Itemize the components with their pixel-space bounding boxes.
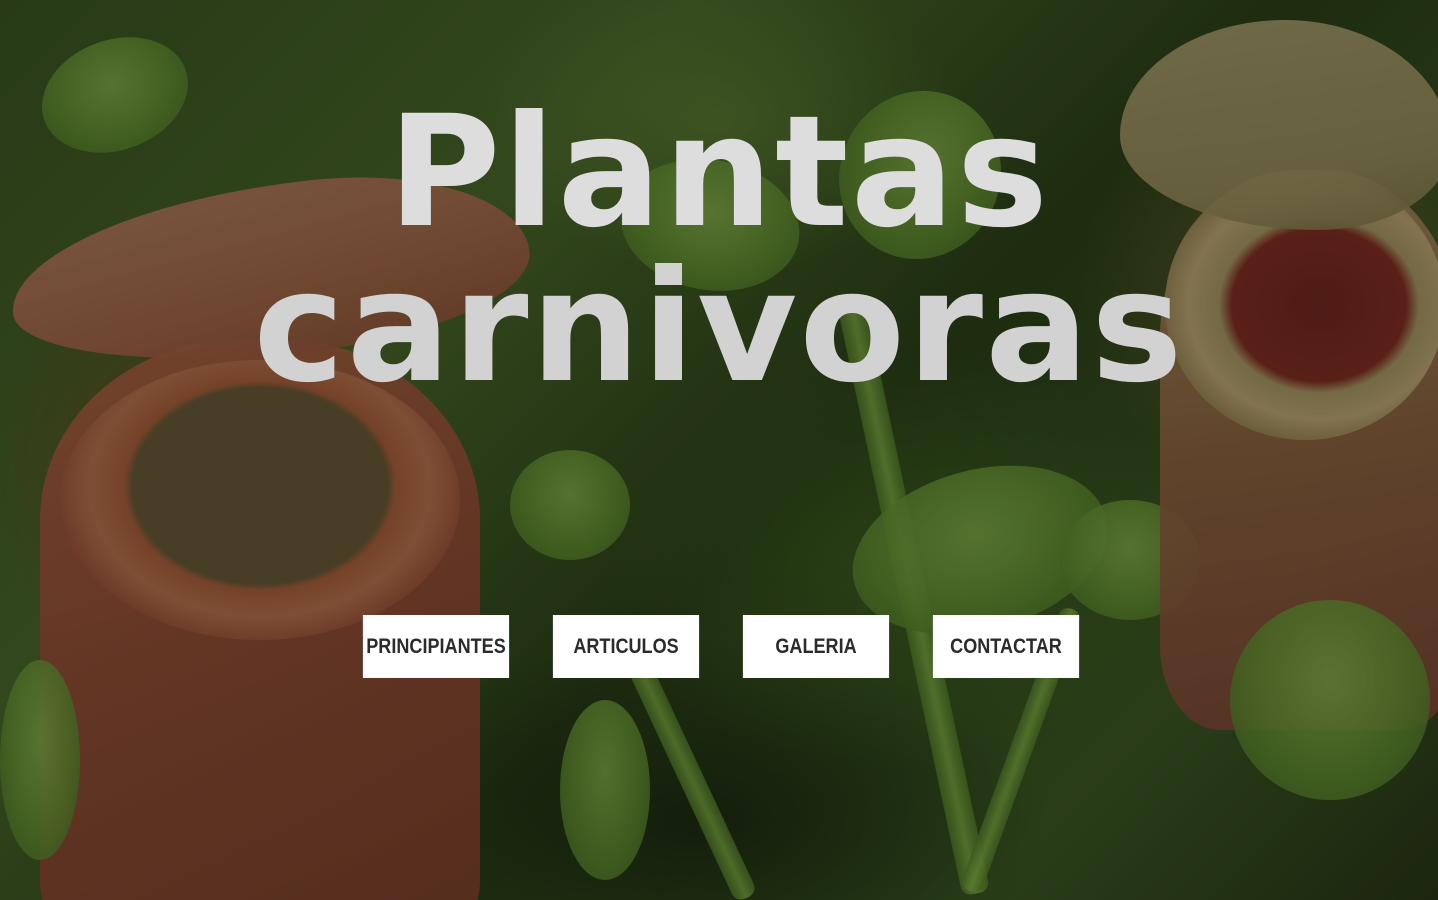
nav-button-label: CONTACTAR [950, 634, 1062, 658]
hero-title-line-1: Plantas [387, 83, 1051, 262]
hero-title: Plantas carnivoras [0, 95, 1438, 405]
hero-title-line-2: carnivoras [253, 238, 1185, 417]
nav-button-contactar[interactable]: CONTACTAR [932, 615, 1080, 678]
nav-button-label: PRINCIPIANTES [366, 634, 506, 658]
nav-button-label: ARTICULOS [573, 634, 679, 658]
nav-button-principiantes[interactable]: PRINCIPIANTES [362, 615, 510, 678]
nav-button-articulos[interactable]: ARTICULOS [552, 615, 700, 678]
nav-button-galeria[interactable]: GALERIA [742, 615, 890, 678]
nav-button-label: GALERIA [775, 634, 857, 658]
main-navigation: PRINCIPIANTES ARTICULOS GALERIA CONTACTA… [351, 615, 1091, 678]
